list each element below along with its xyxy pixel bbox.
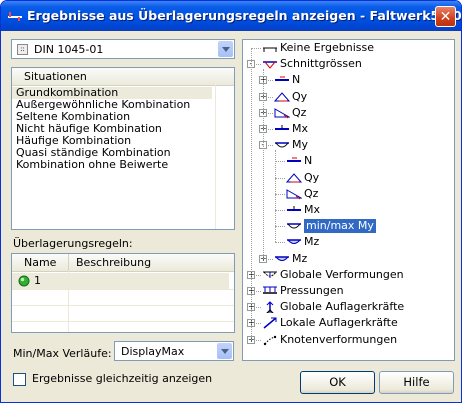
tree-connector <box>256 307 261 309</box>
rules-list[interactable]: Name Beschreibung 1 <box>11 253 235 333</box>
tree-node[interactable]: Knotenverformungen <box>280 333 397 347</box>
tree-connector <box>275 242 285 244</box>
help-button[interactable]: Hilfe <box>379 371 454 394</box>
tree-connector <box>275 210 285 211</box>
shear-z-icon <box>286 188 302 200</box>
tree-connector <box>275 177 285 179</box>
minmax-value: DisplayMax <box>121 345 185 358</box>
tree-connector <box>256 339 261 341</box>
section-forces-icon <box>263 61 277 69</box>
shear-z-icon <box>274 107 290 119</box>
minmax-label: Min/Max Verläufe: <box>13 347 112 360</box>
tree-connector <box>263 69 264 259</box>
tree-connector <box>256 64 261 66</box>
rules-label: Überlagerungsregeln: <box>13 237 133 250</box>
normal-force-icon <box>275 76 289 82</box>
node-deformation-icon <box>263 335 277 345</box>
tree-connector <box>268 80 273 82</box>
tree-connector <box>268 129 273 130</box>
norm-icon: :: <box>17 44 28 55</box>
tree-node[interactable]: Pressungen <box>280 284 344 298</box>
tree-connector <box>275 226 285 228</box>
tree-node[interactable]: Qy <box>292 90 307 104</box>
close-icon: ✕ <box>439 9 452 25</box>
rules-col-description[interactable]: Beschreibung <box>76 256 151 269</box>
tree-node[interactable]: Qz <box>292 106 306 120</box>
tree-connector <box>275 150 276 243</box>
header-divider <box>68 254 69 271</box>
tree-node[interactable]: Mz <box>304 235 319 249</box>
column-divider <box>215 85 216 229</box>
minmax-select[interactable]: DisplayMax <box>114 341 234 361</box>
tree-connector <box>268 145 273 147</box>
moment-x-icon <box>287 206 301 211</box>
no-results-icon <box>263 47 277 52</box>
moment-x-icon <box>275 125 289 130</box>
tree-node[interactable]: Mx <box>292 122 308 136</box>
tree-node[interactable]: Mx <box>304 203 320 217</box>
close-button[interactable]: ✕ <box>435 6 456 27</box>
tree-node[interactable]: N <box>292 73 300 87</box>
tree-node[interactable]: Schnittgrössen <box>280 57 362 71</box>
tree-connector <box>275 161 285 163</box>
rules-col-name[interactable]: Name <box>24 256 56 269</box>
dialog-window: Ergebnisse aus Überlagerungsregeln anzei… <box>0 0 462 403</box>
tree-node[interactable]: Qy <box>304 171 319 185</box>
normal-force-icon <box>287 157 301 163</box>
shear-y-icon <box>274 91 290 102</box>
tree-node[interactable]: Qz <box>304 187 318 201</box>
global-support-force-icon <box>266 301 274 314</box>
moment-z-icon <box>275 255 289 261</box>
pressure-icon <box>263 286 277 294</box>
tree-node[interactable]: My <box>292 138 308 152</box>
rule-row[interactable]: 1 <box>12 273 229 289</box>
chevron-down-icon[interactable] <box>217 343 232 359</box>
situations-header[interactable]: Situationen <box>12 68 234 86</box>
tree-node[interactable]: Globale Auflagerkräfte <box>280 300 404 314</box>
moment-z-icon <box>287 239 301 245</box>
tree-node[interactable]: min/max My <box>304 219 376 234</box>
situations-list[interactable]: Situationen Grundkombination Außergewöhnl… <box>11 67 235 230</box>
ok-button[interactable]: OK <box>300 371 375 394</box>
tree-node[interactable]: Keine Ergebnisse <box>280 41 374 55</box>
tree-connector <box>268 96 273 98</box>
situations-header-label: Situationen <box>24 70 87 83</box>
tree-node[interactable]: Globale Verformungen <box>280 268 404 282</box>
moment-y-icon <box>275 142 289 148</box>
norm-select[interactable]: :: DIN 1045-01 <box>11 39 235 59</box>
shear-y-icon <box>286 172 302 183</box>
simultaneous-checkbox[interactable] <box>13 373 26 386</box>
tree-connector <box>251 48 261 49</box>
tree-node[interactable]: Lokale Auflagerkräfte <box>280 316 398 330</box>
title-bar[interactable]: Ergebnisse aus Überlagerungsregeln anzei… <box>1 1 461 31</box>
tree-connector <box>256 323 261 325</box>
tree-node[interactable]: N <box>304 154 312 168</box>
tree-connector <box>256 291 261 292</box>
results-tree[interactable]: Keine Ergebnisse - Schnittgrössen + N + Qy + Qz +… <box>242 39 455 361</box>
tree-connector <box>251 48 252 340</box>
tree-connector <box>275 193 285 195</box>
moment-y-icon <box>287 223 301 229</box>
norm-value: DIN 1045-01 <box>34 43 104 56</box>
rule-name: 1 <box>34 274 41 287</box>
green-status-icon <box>18 275 30 287</box>
rules-header: Name Beschreibung <box>12 254 234 272</box>
tree-connector <box>268 112 273 114</box>
tree-connector <box>256 274 261 276</box>
app-icon <box>8 12 22 21</box>
simultaneous-label[interactable]: Ergebnisse gleichzeitig anzeigen <box>32 372 212 385</box>
tree-connector <box>268 258 273 260</box>
global-deformation-icon <box>263 271 277 278</box>
local-support-force-icon <box>263 317 277 329</box>
chevron-down-icon[interactable] <box>218 41 233 57</box>
situation-item[interactable]: Kombination ohne Beiwerte <box>12 159 212 171</box>
window-title: Ergebnisse aus Überlagerungsregeln anzei… <box>27 8 462 23</box>
tree-node[interactable]: Mz <box>292 252 307 266</box>
